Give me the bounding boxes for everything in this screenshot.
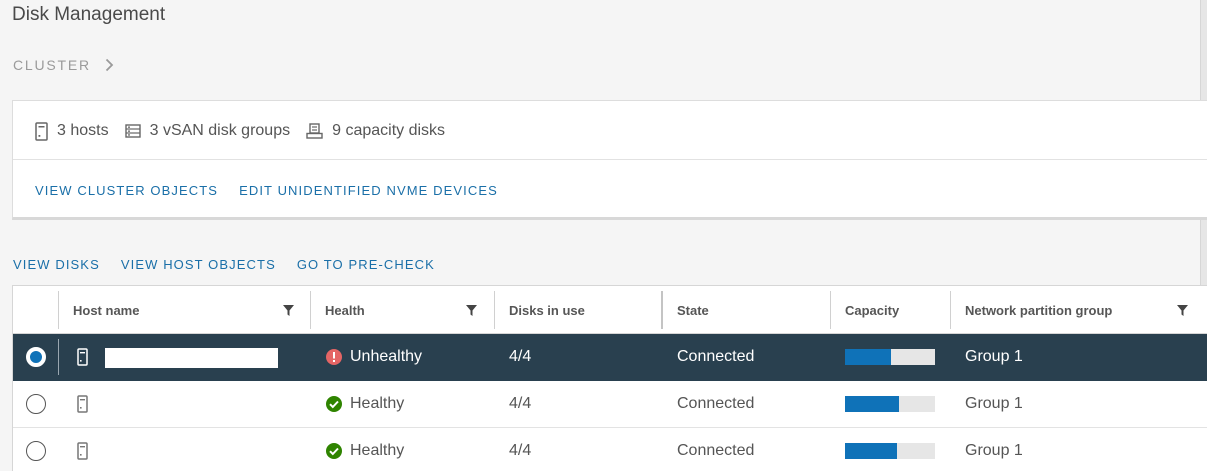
hosts-table: Host name Health Disks in use State Capa…	[12, 285, 1207, 471]
capacity-bar-fill	[845, 443, 898, 459]
column-state-label: State	[677, 302, 709, 318]
edit-unidentified-nvme-devices-link[interactable]: EDIT UNIDENTIFIED NVME DEVICES	[239, 183, 498, 198]
disk-group-icon	[124, 124, 150, 138]
check-circle-icon	[326, 443, 342, 459]
network-partition-group-cell: Group 1	[965, 442, 1023, 459]
breadcrumb: CLUSTER	[13, 56, 114, 74]
row-select-radio[interactable]	[26, 441, 46, 461]
disks-in-use-cell: 4/4	[509, 348, 532, 365]
health-cell: Healthy	[311, 381, 404, 427]
state-cell: Connected	[677, 395, 755, 412]
state-cell: Connected	[677, 348, 755, 365]
health-cell: Healthy	[311, 428, 404, 471]
capacity-bar-fill	[845, 396, 899, 412]
column-health[interactable]: Health	[311, 286, 495, 334]
stat-disk-groups: 3 vSAN disk groups	[124, 122, 291, 140]
hosts-count: 3 hosts	[57, 122, 109, 139]
filter-icon[interactable]	[1177, 305, 1188, 316]
column-disks-in-use[interactable]: Disks in use	[495, 286, 663, 334]
capacity-cell	[831, 381, 935, 427]
table-header: Host name Health Disks in use State Capa…	[13, 286, 1207, 334]
host-icon	[77, 442, 88, 460]
row-select-radio[interactable]	[26, 347, 46, 367]
breadcrumb-cluster[interactable]: CLUSTER	[13, 57, 91, 73]
health-text: Unhealthy	[350, 348, 423, 365]
table-row[interactable]: Unhealthy 4/4 Connected Group 1	[13, 334, 1207, 381]
column-health-label: Health	[325, 302, 365, 318]
capacity-bar-fill	[845, 349, 891, 365]
column-divider	[58, 339, 59, 375]
network-partition-group-cell: Group 1	[965, 348, 1023, 365]
disks-in-use-cell: 4/4	[509, 395, 532, 412]
table-row[interactable]: Healthy 4/4 Connected Group 1	[13, 381, 1207, 428]
health-text: Healthy	[350, 395, 405, 412]
host-actions: VIEW DISKS VIEW HOST OBJECTS GO TO PRE-C…	[13, 257, 435, 272]
capacity-disks-count: 9 capacity disks	[332, 122, 446, 139]
check-circle-icon	[326, 396, 342, 412]
host-icon	[77, 348, 88, 366]
capacity-bar	[845, 396, 935, 412]
view-host-objects-link[interactable]: VIEW HOST OBJECTS	[121, 257, 276, 272]
disk-groups-count: 3 vSAN disk groups	[149, 122, 291, 139]
column-capacity[interactable]: Capacity	[831, 286, 951, 334]
page-title: Disk Management	[12, 4, 166, 25]
column-host-name-label: Host name	[73, 302, 140, 318]
stat-hosts: 3 hosts	[35, 121, 109, 141]
health-cell: Unhealthy	[311, 334, 422, 380]
chevron-right-icon	[105, 58, 114, 72]
column-network-partition-group-label: Network partition group	[965, 302, 1113, 318]
stat-capacity-disks: 9 capacity disks	[306, 122, 445, 140]
row-select-radio[interactable]	[26, 394, 46, 414]
capacity-bar	[845, 349, 935, 365]
redacted-host-name	[105, 348, 278, 368]
error-icon	[326, 349, 342, 365]
state-cell: Connected	[677, 442, 755, 459]
view-cluster-objects-link[interactable]: VIEW CLUSTER OBJECTS	[35, 183, 218, 198]
column-capacity-label: Capacity	[845, 302, 900, 318]
capacity-disk-icon	[306, 123, 332, 139]
host-icon	[77, 395, 88, 413]
card-links: VIEW CLUSTER OBJECTS EDIT UNIDENTIFIED N…	[35, 183, 498, 198]
column-host-name[interactable]: Host name	[59, 286, 311, 334]
network-partition-group-cell: Group 1	[965, 395, 1023, 412]
capacity-cell	[831, 428, 935, 471]
cluster-stats: 3 hosts 3 vSAN disk groups 9 capacity di…	[35, 120, 461, 142]
card-divider	[13, 159, 1207, 160]
column-state[interactable]: State	[663, 286, 831, 334]
go-to-pre-check-link[interactable]: GO TO PRE-CHECK	[297, 257, 435, 272]
filter-icon[interactable]	[283, 305, 294, 316]
disks-in-use-cell: 4/4	[509, 442, 532, 459]
column-disks-in-use-label: Disks in use	[509, 302, 585, 318]
select-column-header	[13, 286, 59, 334]
cluster-summary-card: 3 hosts 3 vSAN disk groups 9 capacity di…	[12, 100, 1207, 220]
health-text: Healthy	[350, 442, 405, 459]
host-icon	[35, 121, 57, 141]
table-row[interactable]: Healthy 4/4 Connected Group 1	[13, 428, 1207, 471]
capacity-bar	[845, 443, 935, 459]
view-disks-link[interactable]: VIEW DISKS	[13, 257, 100, 272]
column-network-partition-group[interactable]: Network partition group	[951, 286, 1201, 334]
filter-icon[interactable]	[466, 305, 477, 316]
capacity-cell	[831, 334, 935, 380]
